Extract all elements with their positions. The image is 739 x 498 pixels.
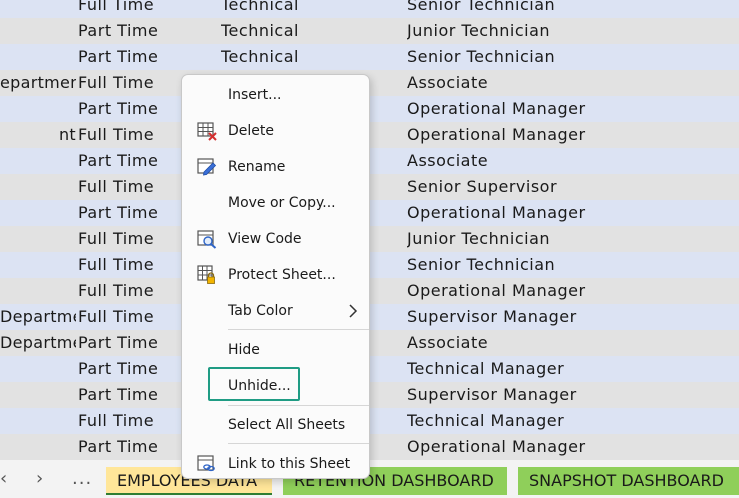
cell-position[interactable]: Operational Manager	[407, 434, 737, 460]
cell-department[interactable]	[0, 148, 76, 174]
menu-item-label: Insert...	[228, 87, 282, 103]
menu-item-label: Tab Color	[228, 303, 293, 319]
cell-department[interactable]	[0, 356, 76, 382]
menu-item-rename[interactable]: Rename	[182, 150, 369, 184]
sheet-context-menu: Insert... Delete Rename Move or Copy... …	[181, 74, 370, 479]
cell-position[interactable]: Operational Manager	[407, 278, 737, 304]
menu-item-label: Rename	[228, 159, 286, 175]
menu-item-select-all-sheets[interactable]: Select All Sheets	[182, 408, 369, 442]
cell-department[interactable]: Departme	[0, 304, 76, 330]
cell-employment-type[interactable]: Part Time	[78, 44, 218, 70]
cell-position[interactable]: Technical Manager	[407, 408, 737, 434]
menu-separator	[228, 405, 369, 406]
cell-position[interactable]: Associate	[407, 330, 737, 356]
cell-department[interactable]: nt	[0, 122, 76, 148]
cell-position[interactable]: Senior Technician	[407, 44, 737, 70]
cell-department[interactable]	[0, 0, 76, 18]
cell-department[interactable]	[0, 18, 76, 44]
cell-position[interactable]: Operational Manager	[407, 200, 737, 226]
cell-position[interactable]: Operational Manager	[407, 96, 737, 122]
cell-department-type[interactable]: Technical	[221, 44, 401, 70]
menu-item-label: Link to this Sheet	[228, 456, 351, 472]
cell-department[interactable]	[0, 200, 76, 226]
rename-icon	[197, 157, 217, 177]
menu-item-label: Move or Copy...	[228, 195, 336, 211]
cell-position[interactable]: Associate	[407, 148, 737, 174]
cell-department[interactable]	[0, 44, 76, 70]
menu-item-label: Protect Sheet...	[228, 267, 336, 283]
cell-employment-type[interactable]: Part Time	[78, 18, 218, 44]
table-row[interactable]: Part Time Technical Senior Technician	[0, 44, 739, 70]
cell-position[interactable]: Junior Technician	[407, 226, 737, 252]
cell-position[interactable]: Associate	[407, 70, 737, 96]
protect-sheet-icon	[197, 265, 217, 285]
cell-department-type[interactable]: Technical	[221, 0, 401, 18]
cell-department[interactable]: epartmen	[0, 70, 76, 96]
cell-department[interactable]	[0, 382, 76, 408]
menu-item-label: Hide	[228, 342, 260, 358]
menu-separator	[228, 329, 369, 330]
cell-department-type[interactable]: Technical	[221, 18, 401, 44]
cell-department[interactable]	[0, 252, 76, 278]
cell-department[interactable]	[0, 226, 76, 252]
chevron-right-icon[interactable]: ›	[36, 470, 43, 488]
menu-item-label: Select All Sheets	[228, 417, 346, 433]
menu-item-hide[interactable]: Hide	[182, 333, 369, 367]
menu-item-link-to-sheet[interactable]: Link to this Sheet	[182, 447, 369, 481]
cell-employment-type[interactable]: Full Time	[78, 0, 218, 18]
menu-item-unhide[interactable]: Unhide...	[182, 369, 369, 403]
cell-position[interactable]: Operational Manager	[407, 122, 737, 148]
chevron-left-icon[interactable]: ‹	[0, 470, 7, 488]
link-icon	[197, 454, 217, 474]
cell-position[interactable]: Junior Technician	[407, 18, 737, 44]
table-row[interactable]: Full Time Technical Senior Technician	[0, 0, 739, 18]
cell-department[interactable]	[0, 278, 76, 304]
cell-department[interactable]	[0, 408, 76, 434]
table-row[interactable]: Part Time Technical Junior Technician	[0, 18, 739, 44]
menu-item-tab-color[interactable]: Tab Color	[182, 294, 369, 328]
cell-department[interactable]	[0, 96, 76, 122]
cell-position[interactable]: Senior Technician	[407, 252, 737, 278]
delete-sheet-icon	[197, 121, 217, 141]
menu-item-protect-sheet[interactable]: Protect Sheet...	[182, 258, 369, 292]
menu-item-label: Delete	[228, 123, 274, 139]
menu-item-label: Unhide...	[228, 378, 291, 394]
cell-position[interactable]: Supervisor Manager	[407, 304, 737, 330]
menu-item-label: View Code	[228, 231, 302, 247]
more-sheets-button[interactable]: ...	[72, 470, 92, 488]
menu-item-view-code[interactable]: View Code	[182, 222, 369, 256]
cell-position[interactable]: Supervisor Manager	[407, 382, 737, 408]
cell-department[interactable]	[0, 174, 76, 200]
cell-department[interactable]: Departme	[0, 330, 76, 356]
menu-item-delete[interactable]: Delete	[182, 114, 369, 148]
menu-item-insert[interactable]: Insert...	[182, 78, 369, 112]
tab-snapshot-dashboard[interactable]: SNAPSHOT DASHBOARD	[518, 467, 739, 495]
cell-department[interactable]	[0, 434, 76, 460]
menu-item-move-or-copy[interactable]: Move or Copy...	[182, 186, 369, 220]
view-code-icon	[197, 229, 217, 249]
chevron-right-icon	[347, 303, 359, 318]
cell-position[interactable]: Senior Supervisor	[407, 174, 737, 200]
cell-position[interactable]: Technical Manager	[407, 356, 737, 382]
menu-separator	[228, 443, 369, 444]
cell-position[interactable]: Senior Technician	[407, 0, 737, 18]
